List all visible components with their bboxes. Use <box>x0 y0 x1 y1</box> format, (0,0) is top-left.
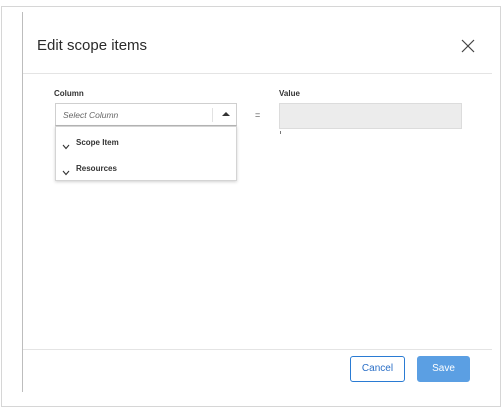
close-button[interactable] <box>459 37 477 55</box>
chevron-down-icon <box>62 137 70 150</box>
save-button[interactable]: Save <box>417 356 470 382</box>
chevron-down-icon <box>62 163 70 176</box>
value-label: Value <box>279 89 300 98</box>
dropdown-group-label: Scope Item <box>76 138 119 147</box>
dropdown-group-scope-item[interactable]: Scope Item <box>56 130 236 154</box>
footer-divider <box>23 349 492 350</box>
dialog-window <box>1 6 501 407</box>
column-label: Column <box>54 89 84 98</box>
header-divider <box>23 73 492 74</box>
value-input[interactable] <box>279 103 462 129</box>
column-dropdown-menu: Scope Item Resources <box>55 126 237 181</box>
value-input-marker <box>280 131 281 134</box>
dropdown-group-resources[interactable]: Resources <box>56 156 236 180</box>
close-icon <box>459 37 477 55</box>
cancel-button[interactable]: Cancel <box>350 356 405 382</box>
operator-equals: = <box>255 110 261 120</box>
dialog-title: Edit scope items <box>37 37 148 54</box>
dropdown-group-label: Resources <box>76 164 117 173</box>
background-divider <box>22 12 23 392</box>
column-select-placeholder: Select Column <box>63 110 119 120</box>
column-select[interactable]: Select Column <box>55 103 237 126</box>
select-separator <box>212 108 213 122</box>
caret-up-icon[interactable] <box>222 112 230 116</box>
